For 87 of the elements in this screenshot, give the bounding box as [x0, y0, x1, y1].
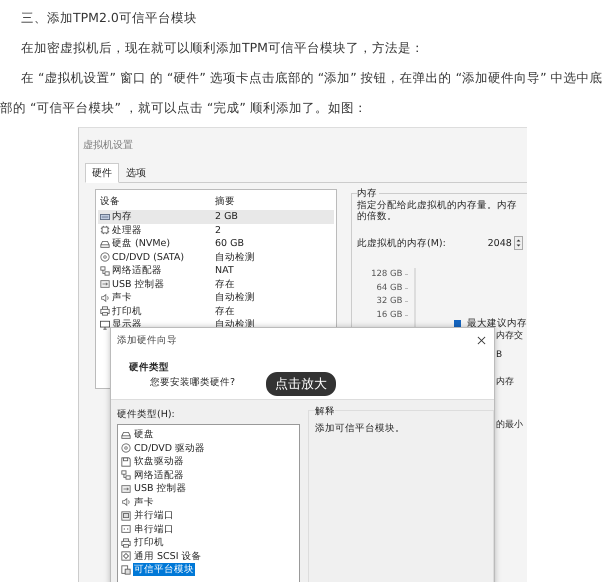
group-title: 解释 — [315, 405, 335, 418]
device-summary: 2 — [215, 224, 222, 236]
list-item[interactable]: 硬盘 — [133, 428, 155, 442]
memory-icon — [100, 212, 110, 222]
group-title: 内存 — [357, 187, 379, 200]
disc-icon — [121, 443, 131, 454]
list-item[interactable]: 串行端口 — [133, 522, 175, 536]
device-name: 处理器 — [112, 224, 142, 237]
list-item[interactable]: 软盘驱动器 — [133, 455, 185, 468]
network-icon — [121, 470, 131, 480]
network-icon — [100, 266, 110, 276]
device-summary: 60 GB — [215, 238, 244, 250]
list-item[interactable]: 打印机 — [133, 536, 165, 550]
device-row[interactable]: USB 控制器 存在 — [98, 278, 334, 291]
obscured-text: 的最小 — [496, 419, 523, 432]
device-row[interactable]: 声卡 自动检测 — [98, 291, 334, 304]
close-icon[interactable] — [477, 336, 486, 345]
section-heading: 三、添加TPM2.0可信平台模块 — [20, 9, 198, 27]
usb-icon — [100, 279, 110, 290]
device-name: 网络适配器 — [112, 264, 162, 278]
device-name: 内存 — [112, 210, 132, 224]
device-summary: 存在 — [215, 304, 235, 318]
obscured-text: B — [496, 349, 504, 362]
section-subtitle: 您要安装哪类硬件? — [150, 376, 236, 389]
legend-square — [454, 320, 461, 326]
device-summary: 自动检测 — [215, 250, 255, 264]
disc-icon — [100, 252, 110, 262]
list-label: 硬件类型(H): — [117, 408, 176, 421]
list-item[interactable]: USB 控制器 — [133, 482, 188, 496]
usb-icon — [121, 484, 131, 494]
spinner-arrows-icon[interactable] — [514, 236, 523, 250]
zoom-button[interactable]: 点击放大 — [266, 372, 336, 396]
dialog-title: 添加硬件向导 — [117, 334, 177, 347]
device-row[interactable]: 内存 2 GB — [98, 210, 334, 224]
port-icon — [121, 510, 131, 521]
column-header: 摘要 — [215, 194, 235, 208]
monitor-icon — [100, 320, 110, 330]
explanation-text: 添加可信平台模块。 — [315, 422, 406, 435]
field-label: 此虚拟机的内存(M): — [357, 236, 446, 250]
legend-text: 最大建议内存 — [467, 316, 527, 330]
list-item[interactable]: 声卡 — [133, 496, 155, 509]
description-text: 指定分配给此虚拟机的内存量。内存 — [357, 200, 518, 211]
device-row[interactable]: CD/DVD (SATA) 自动检测 — [98, 250, 334, 264]
obscured-text: 内存交 — [496, 330, 523, 343]
list-item[interactable]: 可信平台模块 — [133, 563, 195, 576]
scale-label: 32 GB — [376, 295, 402, 308]
list-item[interactable]: 网络适配器 — [133, 468, 185, 482]
obscured-text: 内存 — [496, 376, 515, 389]
chip-icon — [100, 225, 110, 236]
drive-icon — [100, 238, 110, 249]
scale-label: 16 GB — [376, 308, 402, 322]
column-header: 设备 — [99, 194, 121, 208]
list-item[interactable]: CD/DVD 驱动器 — [133, 442, 206, 455]
section-title: 硬件类型 — [129, 361, 170, 374]
port-icon — [121, 524, 131, 534]
tab[interactable]: 选项 — [119, 163, 153, 183]
device-name: 声卡 — [112, 291, 132, 304]
device-row[interactable]: 网络适配器 NAT — [98, 264, 334, 278]
paragraph: 在加密虚拟机后，现在就可以顺利添加TPM可信平台模块了，方法是： — [20, 39, 425, 57]
memory-spinbox[interactable]: 2048 — [472, 236, 523, 250]
device-name: USB 控制器 — [112, 278, 165, 291]
device-summary: NAT — [215, 265, 234, 276]
scale-label: 128 GB — [371, 268, 402, 281]
device-row[interactable]: 处理器 2 — [98, 224, 334, 237]
device-name: 硬盘 (NVMe) — [112, 237, 170, 250]
device-name: CD/DVD (SATA) — [112, 252, 184, 263]
drive-icon — [121, 430, 131, 440]
device-row[interactable]: 硬盘 (NVMe) 60 GB — [98, 237, 334, 250]
device-summary: 自动检测 — [215, 291, 255, 304]
window-title: 虚拟机设置 — [82, 138, 134, 152]
printer-icon — [121, 538, 131, 548]
device-summary: 存在 — [215, 278, 235, 291]
speaker-icon — [121, 497, 131, 508]
printer-icon — [100, 306, 110, 316]
description-text: 的倍数。 — [357, 211, 398, 222]
floppy-icon — [121, 456, 131, 467]
list-item[interactable]: 通用 SCSI 设备 — [133, 550, 203, 563]
list-item[interactable]: 并行端口 — [133, 509, 175, 522]
device-icon — [121, 551, 131, 562]
speaker-icon — [100, 292, 110, 303]
scale-label: 64 GB — [376, 282, 402, 294]
paragraph: 在 “虚拟机设置” 窗口 的 “硬件” 选项卡点击底部的 “添加” 按钮，在弹出的 “添加硬件向导” 中选中底部的 “可信平台模块” ，就可以点击 “完成” 顺利添加了。如图： — [0, 69, 604, 117]
device-name: 打印机 — [112, 304, 142, 318]
device-row[interactable]: 打印机 存在 — [98, 304, 334, 318]
device-summary: 2 GB — [215, 211, 238, 222]
module-icon — [121, 564, 131, 575]
tab[interactable]: 硬件 — [85, 163, 119, 183]
